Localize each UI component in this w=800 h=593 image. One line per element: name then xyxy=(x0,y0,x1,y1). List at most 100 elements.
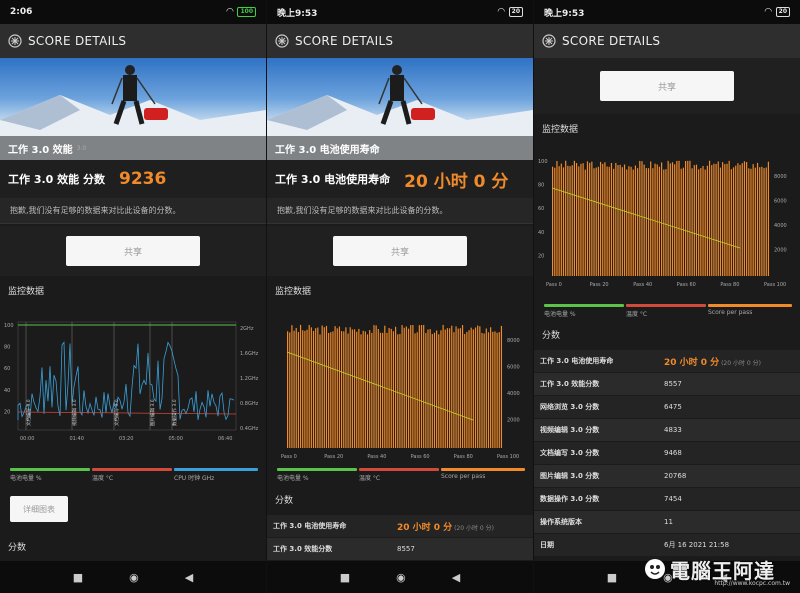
back-button[interactable]: ◀ xyxy=(452,571,460,584)
score-bar xyxy=(617,165,619,276)
score-bar xyxy=(468,330,470,448)
score-bar xyxy=(650,161,652,276)
score-bar xyxy=(315,328,317,448)
y-tick-label: 60 xyxy=(4,366,10,372)
3dmark-logo-icon xyxy=(275,34,289,48)
score-bar xyxy=(401,325,403,448)
table-row: 数据操作 3.0 分数 7454 xyxy=(534,488,800,511)
recent-apps-button[interactable]: ■ xyxy=(607,571,617,584)
score-bar xyxy=(558,166,560,276)
home-button[interactable]: ◉ xyxy=(396,571,406,584)
y2-tick-label: 1.6GHz xyxy=(240,351,259,357)
row-label: 文档编写 3.0 分数 xyxy=(540,449,600,457)
score-bar xyxy=(379,332,382,448)
score-bar xyxy=(420,325,423,448)
score-bar xyxy=(433,332,436,448)
status-time: 晚上9:53 xyxy=(544,8,585,19)
x-tick-label: Pass 0 xyxy=(281,454,297,460)
row-label: 日期 xyxy=(540,541,554,549)
score-bar xyxy=(438,334,440,448)
app-title: SCORE DETAILS xyxy=(562,34,661,48)
legend-temp-label: 温度 °C xyxy=(626,311,648,318)
y2-tick-label: 6000 xyxy=(774,199,787,205)
x-tick-label: Pass 60 xyxy=(411,454,430,460)
row-value: 6475 xyxy=(664,403,682,411)
y2-tick-label: 2GHz xyxy=(240,326,254,332)
y2-tick-label: 8000 xyxy=(507,338,520,344)
score-bar xyxy=(459,328,461,448)
score-bar xyxy=(748,168,750,276)
row-label: 工作 3.0 电池使用寿命 xyxy=(540,357,614,365)
score-bar xyxy=(737,163,739,276)
wifi-icon: ◠ xyxy=(497,7,505,17)
row-label: 网络浏览 3.0 分数 xyxy=(540,403,600,411)
app-title: SCORE DETAILS xyxy=(28,34,127,48)
table-row: 操作系统版本 11 xyxy=(534,511,800,534)
recent-apps-button[interactable]: ■ xyxy=(340,571,350,584)
score-bar xyxy=(466,331,468,448)
section-label: 文档编写 3.0 xyxy=(113,399,120,426)
score-bar xyxy=(481,332,483,448)
score-bar xyxy=(656,164,658,276)
share-button[interactable]: 共享 xyxy=(66,236,200,266)
score-bar xyxy=(560,163,562,276)
back-button[interactable]: ◀ xyxy=(185,571,193,584)
hero-caption-text: 工作 3.0 电池使用寿命 xyxy=(275,144,380,156)
score-bar xyxy=(732,167,735,276)
score-bar xyxy=(687,160,689,276)
score-bar xyxy=(362,330,364,448)
share-button[interactable]: 共享 xyxy=(600,71,734,101)
x-tick-label: Pass 100 xyxy=(764,282,786,288)
row-label: 工作 3.0 电池使用寿命 xyxy=(273,522,347,530)
score-bar xyxy=(565,160,567,276)
score-bar xyxy=(310,327,312,448)
detail-chart-button[interactable]: 详细图表 xyxy=(10,496,68,522)
score-bar xyxy=(706,165,708,276)
row-value-sub: (20 小时 0 分) xyxy=(452,524,494,532)
score-bar xyxy=(287,331,289,448)
score-bar xyxy=(739,164,741,276)
score-bar xyxy=(728,160,730,276)
score-bar xyxy=(628,166,630,276)
score-bar xyxy=(691,168,693,276)
score-bar xyxy=(571,165,573,276)
y2-tick-label: 0.4GHz xyxy=(240,426,259,432)
x-tick-label: Pass 100 xyxy=(497,454,519,460)
score-bar xyxy=(371,332,373,448)
legend-battery: 电池电量 % xyxy=(544,304,624,318)
score-bar xyxy=(671,162,674,276)
score-bar xyxy=(317,327,319,448)
score-bar xyxy=(715,163,717,276)
share-button[interactable]: 共享 xyxy=(333,236,467,266)
hero-caption-suffix: 3.0 xyxy=(76,144,87,152)
y-tick-label: 80 xyxy=(538,183,544,189)
score-bar xyxy=(584,169,586,276)
status-icons: ◠ 20 xyxy=(498,7,523,17)
score-bar xyxy=(582,163,584,276)
x-tick-label: Pass 80 xyxy=(720,282,739,288)
score-bar xyxy=(306,329,308,448)
row-value: 8557 xyxy=(664,380,682,388)
score-bar xyxy=(304,330,306,448)
score-bar xyxy=(382,332,384,448)
section-label: 数据操作 3.0 xyxy=(171,399,178,426)
status-icons: ◠ 100 xyxy=(227,7,256,17)
y2-tick-label: 0.8GHz xyxy=(240,401,259,407)
home-button[interactable]: ◉ xyxy=(129,571,139,584)
x-tick-label: 00:00 xyxy=(20,436,34,442)
score-bar xyxy=(474,327,477,448)
battery-icon: 20 xyxy=(508,7,523,17)
y-tick-label: 80 xyxy=(4,345,10,351)
score-bar xyxy=(297,332,299,448)
score-bar xyxy=(490,327,492,448)
score-bar xyxy=(360,334,362,448)
recent-apps-button[interactable]: ■ xyxy=(73,571,83,584)
score-bar xyxy=(494,331,496,448)
row-label: 工作 3.0 效能分数 xyxy=(273,545,333,553)
score-bar xyxy=(464,333,466,448)
score-bar xyxy=(586,161,589,276)
score-bar xyxy=(763,168,765,276)
app-bar: SCORE DETAILS xyxy=(0,24,266,58)
score-bar xyxy=(418,325,420,448)
score-bar xyxy=(390,328,392,448)
